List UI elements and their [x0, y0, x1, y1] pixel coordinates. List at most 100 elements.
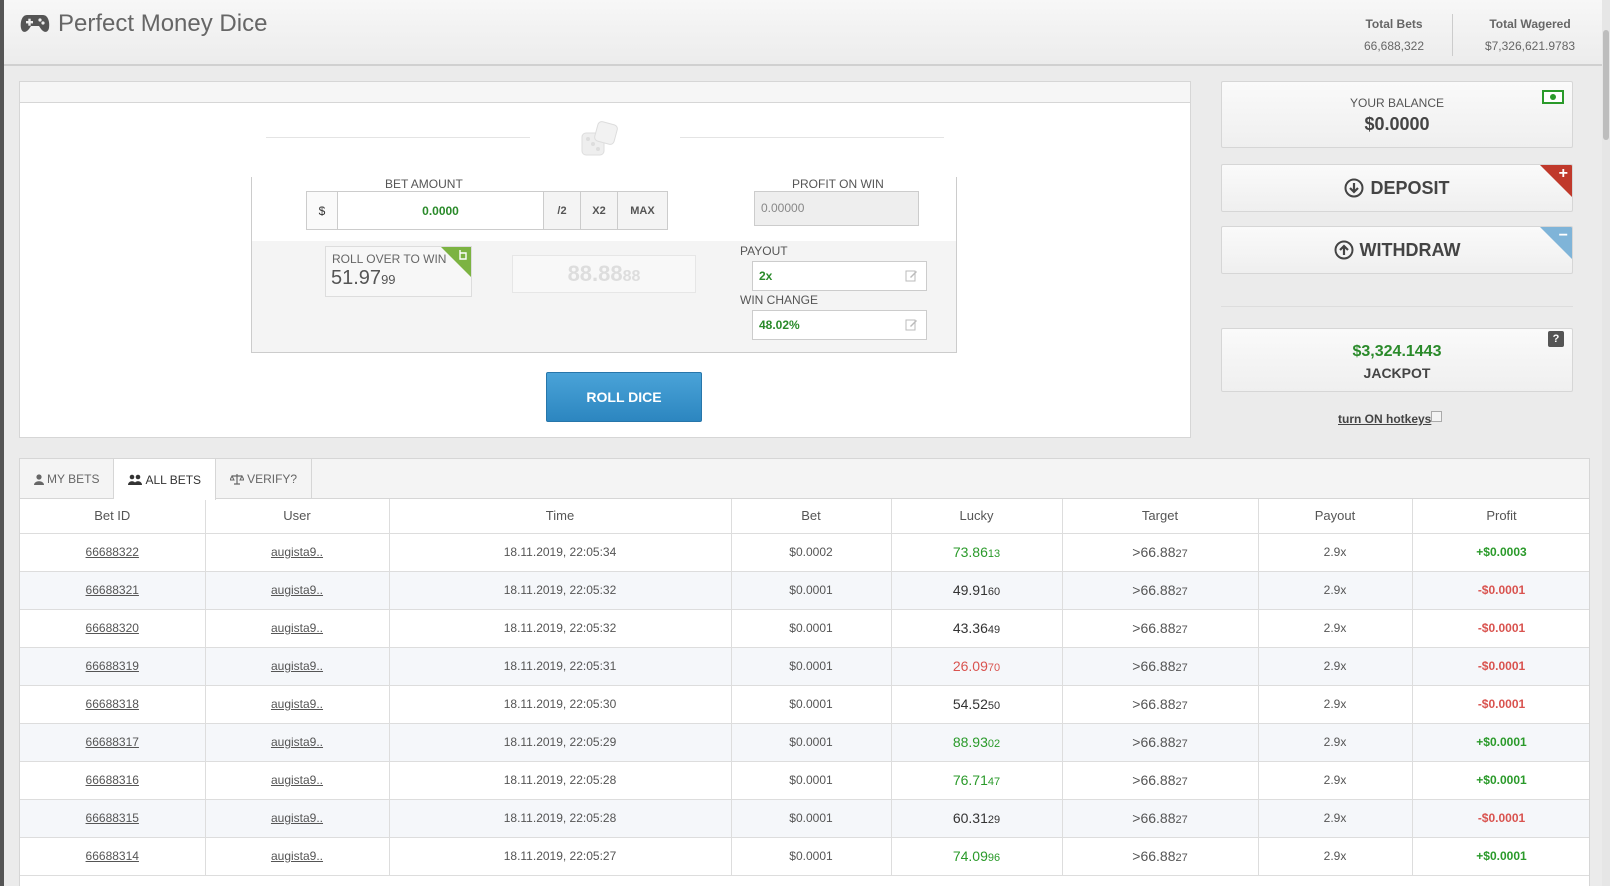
half-bet-button[interactable]: /2 — [543, 192, 580, 229]
table-row: 66688319 augista9.. 18.11.2019, 22:05:31 $0… — [20, 647, 1589, 686]
profit-cell: -$0.0001 — [1412, 685, 1589, 724]
scrollbar-thumb[interactable] — [1603, 30, 1609, 140]
time-cell: 18.11.2019, 22:05:32 — [389, 571, 732, 610]
column-header[interactable]: Lucky — [891, 499, 1063, 534]
bet-cell: $0.0001 — [731, 685, 892, 724]
bet-id-link[interactable]: 66688317 — [86, 735, 139, 749]
payout-input[interactable]: 2x — [752, 261, 927, 291]
roll-over-label: ROLL OVER TO WIN — [332, 252, 447, 266]
bet-cell: $0.0001 — [731, 571, 892, 610]
payout-cell: 2.9x — [1258, 647, 1413, 686]
bet-amount-group: $ /2 X2 MAX — [306, 191, 668, 230]
lucky-main: 74.09 — [952, 848, 988, 864]
bet-amount-label: BET AMOUNT — [385, 177, 463, 191]
user-cell: augista9.. — [205, 647, 390, 686]
target-cell: >66.8827 — [1062, 609, 1259, 648]
dice-game-panel: BET AMOUNT $ /2 X2 MAX PROFIT ON WIN 0.0… — [19, 81, 1191, 438]
bet-id-link[interactable]: 66688314 — [86, 849, 139, 863]
balance-label: YOUR BALANCE — [1349, 96, 1445, 110]
target-main: >66.88 — [1132, 734, 1176, 750]
user-link[interactable]: augista9.. — [271, 773, 323, 787]
bet-id-link[interactable]: 66688315 — [86, 811, 139, 825]
jackpot-value: $3,324.1443 — [1352, 343, 1442, 360]
user-link[interactable]: augista9.. — [271, 849, 323, 863]
table-row: 66688317 augista9.. 18.11.2019, 22:05:29 $0… — [20, 723, 1589, 762]
bet-id-link[interactable]: 66688318 — [86, 697, 139, 711]
user-cell: augista9.. — [205, 799, 390, 838]
hotkeys-toggle-link[interactable]: turn ON hotkeys — [1338, 412, 1431, 426]
sidebar-divider — [1221, 306, 1573, 307]
user-cell: augista9.. — [205, 723, 390, 762]
user-link[interactable]: augista9.. — [271, 545, 323, 559]
lucky-main: 60.31 — [952, 810, 988, 826]
hotkeys-checkbox[interactable] — [1431, 411, 1442, 422]
user-link[interactable]: augista9.. — [271, 583, 323, 597]
bet-id-link[interactable]: 66688320 — [86, 621, 139, 635]
user-link[interactable]: augista9.. — [271, 621, 323, 635]
plus-icon: + — [1558, 165, 1568, 182]
table-header-row: Bet ID User Time Bet Lucky Target Payout… — [20, 499, 1589, 534]
arrow-down-circle-icon — [1344, 178, 1364, 198]
column-header[interactable]: Time — [389, 499, 732, 534]
bet-amount-input[interactable] — [338, 192, 543, 229]
profit-on-win-label: PROFIT ON WIN — [792, 177, 884, 191]
column-header[interactable]: Target — [1062, 499, 1259, 534]
edit-icon[interactable] — [905, 318, 918, 331]
roll-over-toggle[interactable]: ROLL OVER TO WIN 51.9799 — [325, 246, 472, 297]
total-wagered-stat: Total Wagered $7,326,621.9783 — [1460, 0, 1600, 53]
roll-dice-button[interactable]: ROLL DICE — [546, 372, 702, 422]
deposit-label: DEPOSIT — [1370, 177, 1450, 198]
payout-cell: 2.9x — [1258, 571, 1413, 610]
lucky-small: 70 — [987, 662, 1001, 674]
target-small: 27 — [1175, 852, 1188, 864]
target-cell: >66.8827 — [1062, 685, 1259, 724]
user-link[interactable]: augista9.. — [271, 735, 323, 749]
bets-table-body: 66688322 augista9.. 18.11.2019, 22:05:34 $0… — [20, 533, 1589, 876]
lucky-cell: 49.9160 — [891, 571, 1063, 610]
bet-id-cell: 66688319 — [20, 647, 206, 686]
withdraw-button[interactable]: WITHDRAW − — [1221, 226, 1573, 274]
bet-id-cell: 66688320 — [20, 609, 206, 648]
column-header[interactable]: User — [205, 499, 390, 534]
page-scrollbar[interactable] — [1602, 0, 1610, 886]
tab-verify[interactable]: VERIFY? — [216, 459, 313, 499]
target-small: 27 — [1175, 586, 1188, 598]
bet-id-link[interactable]: 66688321 — [86, 583, 139, 597]
user-link[interactable]: augista9.. — [271, 697, 323, 711]
divider-right — [680, 137, 944, 138]
lucky-small: 47 — [987, 776, 1001, 788]
lucky-main: 54.52 — [952, 696, 988, 712]
tab-all-bets[interactable]: ALL BETS — [114, 459, 217, 500]
payout-cell: 2.9x — [1258, 609, 1413, 648]
lucky-main: 88.93 — [952, 734, 988, 750]
profit-cell: +$0.0001 — [1412, 761, 1589, 800]
help-icon[interactable]: ? — [1548, 331, 1564, 347]
bet-id-link[interactable]: 66688322 — [86, 545, 139, 559]
column-header[interactable]: Payout — [1258, 499, 1413, 534]
user-cell: augista9.. — [205, 571, 390, 610]
bet-controls: BET AMOUNT $ /2 X2 MAX PROFIT ON WIN 0.0… — [251, 177, 957, 353]
target-small: 27 — [1175, 776, 1188, 788]
bet-cell: $0.0001 — [731, 647, 892, 686]
total-bets-label: Total Bets — [1365, 17, 1423, 31]
lucky-small: 02 — [987, 738, 1001, 750]
payout-label: PAYOUT — [740, 244, 788, 258]
bet-id-link[interactable]: 66688316 — [86, 773, 139, 787]
win-chance-value: 48.02% — [759, 318, 800, 332]
bet-id-link[interactable]: 66688319 — [86, 659, 139, 673]
user-link[interactable]: augista9.. — [271, 659, 323, 673]
column-header[interactable]: Profit — [1412, 499, 1589, 534]
table-row: 66688315 augista9.. 18.11.2019, 22:05:28 $0… — [20, 799, 1589, 838]
edit-icon[interactable] — [905, 269, 918, 282]
payout-cell: 2.9x — [1258, 723, 1413, 762]
double-bet-button[interactable]: X2 — [580, 192, 617, 229]
column-header[interactable]: Bet — [731, 499, 892, 534]
user-link[interactable]: augista9.. — [271, 811, 323, 825]
tab-my-bets[interactable]: MY BETS — [20, 459, 115, 499]
max-bet-button[interactable]: MAX — [617, 192, 667, 229]
deposit-button[interactable]: DEPOSIT + — [1221, 164, 1573, 212]
lucky-cell: 88.9302 — [891, 723, 1063, 762]
target-cell: >66.8827 — [1062, 723, 1259, 762]
win-chance-input[interactable]: 48.02% — [752, 310, 927, 340]
column-header[interactable]: Bet ID — [20, 499, 206, 534]
